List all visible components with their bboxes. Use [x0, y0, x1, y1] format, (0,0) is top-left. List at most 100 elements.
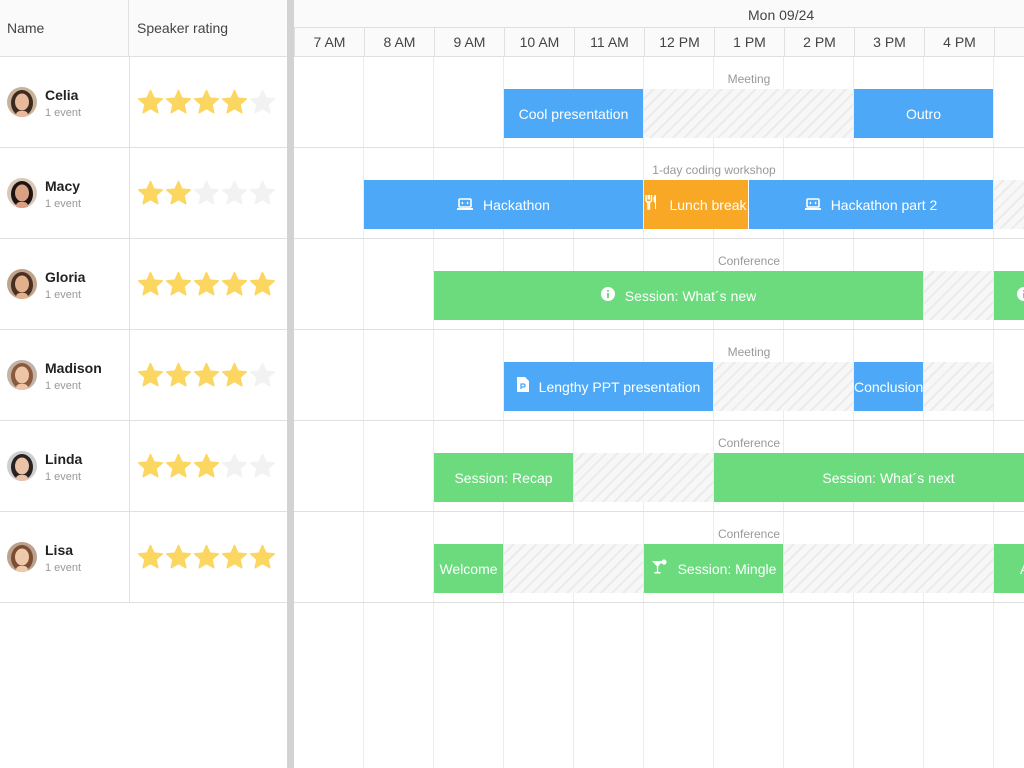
star-filled-icon[interactable] [165, 453, 192, 480]
event-bar[interactable]: Lengthy PPT presentation [504, 362, 713, 411]
star-filled-icon[interactable] [249, 271, 276, 298]
star-empty-icon[interactable] [249, 453, 276, 480]
star-filled-icon[interactable] [137, 362, 164, 389]
hour-header-cell: 2 PM [784, 28, 854, 56]
hour-header-cell: 12 PM [644, 28, 714, 56]
resource-event-count: 1 event [45, 198, 82, 210]
star-filled-icon[interactable] [137, 271, 164, 298]
resource-event-count: 1 event [45, 471, 82, 483]
schedule-row[interactable]: Meeting Cool presentation Outro [294, 57, 1024, 148]
schedule-row[interactable]: Meeting Lengthy PPT presentation Conclusio… [294, 330, 1024, 421]
star-filled-icon[interactable] [221, 89, 248, 116]
event-bar[interactable]: Session: Mingle [644, 544, 783, 593]
info-icon [1016, 272, 1024, 320]
star-filled-icon[interactable] [165, 89, 192, 116]
star-filled-icon[interactable] [165, 271, 192, 298]
event-bar[interactable]: Hackathon part 2 [749, 180, 993, 229]
resource-row[interactable]: Celia 1 event [0, 57, 287, 148]
schedule-timeline[interactable]: Mon 09/24 7 AM 8 AM 9 AM 10 AM 11 AM 12 PM 1 P… [294, 0, 1024, 768]
hour-header-cell: 5 [994, 28, 1024, 56]
schedule-row[interactable]: 1-day coding workshop Hackathon Lunch brea… [294, 148, 1024, 239]
hour-header-cell: 4 PM [924, 28, 994, 56]
event-bar[interactable]: Session: What´s next [714, 453, 1024, 502]
star-filled-icon[interactable] [137, 89, 164, 116]
event-name: Lengthy PPT presentation [538, 378, 701, 395]
schedule-row[interactable]: Conference Session: What´s new [294, 239, 1024, 330]
star-empty-icon[interactable] [249, 180, 276, 207]
event-name: Session: What´s new [624, 287, 757, 304]
resource-grid-header: Name Speaker rating [0, 0, 287, 57]
event-bar[interactable] [994, 271, 1024, 320]
event-bar[interactable]: Outro [854, 89, 993, 138]
resource-name: Gloria [45, 269, 86, 285]
column-header-speaker-rating[interactable]: Speaker rating [130, 0, 287, 56]
hour-header-cell: 1 PM [714, 28, 784, 56]
name-cell[interactable]: Linda 1 event [0, 421, 130, 511]
star-filled-icon[interactable] [193, 362, 220, 389]
star-filled-icon[interactable] [165, 180, 192, 207]
star-filled-icon[interactable] [249, 544, 276, 571]
resource-event-count: 1 event [45, 380, 82, 392]
hour-header-cell: 7 AM [294, 28, 364, 56]
name-cell[interactable]: Madison 1 event [0, 330, 130, 420]
event-gap [504, 544, 643, 593]
event-bar[interactable]: Session: Recap [434, 453, 573, 502]
star-empty-icon[interactable] [221, 180, 248, 207]
star-empty-icon[interactable] [249, 89, 276, 116]
star-filled-icon[interactable] [193, 89, 220, 116]
hour-header-cell: 8 AM [364, 28, 434, 56]
resource-name: Celia [45, 87, 79, 103]
resource-event-count: 1 event [45, 562, 82, 574]
schedule-row[interactable]: Conference Session: Recap Session: What´s … [294, 421, 1024, 512]
name-cell[interactable]: Celia 1 event [0, 57, 130, 147]
event-bar[interactable]: Cool presentation [504, 89, 643, 138]
event-bar[interactable]: Ad [994, 544, 1024, 593]
event-name: Lunch break [669, 196, 747, 213]
resource-name: Macy [45, 178, 81, 194]
event-group-label: Conference [717, 254, 781, 268]
resource-name: Madison [45, 360, 102, 376]
star-filled-icon[interactable] [137, 453, 164, 480]
event-bar[interactable]: Lunch break [644, 180, 748, 229]
resource-row[interactable]: Gloria 1 event [0, 239, 287, 330]
star-filled-icon[interactable] [221, 544, 248, 571]
resource-row[interactable]: Linda 1 event [0, 421, 287, 512]
name-cell[interactable]: Lisa 1 event [0, 512, 130, 602]
star-filled-icon[interactable] [193, 271, 220, 298]
column-header-name[interactable]: Name [0, 0, 129, 56]
avatar-macy [7, 178, 37, 208]
star-filled-icon[interactable] [165, 362, 192, 389]
laptop-icon [457, 181, 474, 229]
star-filled-icon[interactable] [137, 180, 164, 207]
star-filled-icon[interactable] [165, 544, 192, 571]
star-empty-icon[interactable] [193, 180, 220, 207]
schedule-row[interactable]: Conference Welcome Session: Mingle Ad [294, 512, 1024, 603]
grid-splitter[interactable] [287, 0, 294, 768]
event-name: Hackathon part 2 [830, 196, 938, 213]
resource-event-count: 1 event [45, 107, 82, 119]
star-filled-icon[interactable] [221, 362, 248, 389]
event-gap [924, 271, 993, 320]
star-filled-icon[interactable] [193, 544, 220, 571]
timeaxis-hour-header: 7 AM 8 AM 9 AM 10 AM 11 AM 12 PM 1 PM 2 PM 3 PM 4… [294, 28, 1024, 57]
event-name: Outro [905, 105, 941, 122]
star-filled-icon[interactable] [193, 453, 220, 480]
name-cell[interactable]: Gloria 1 event [0, 239, 130, 329]
name-cell[interactable]: Macy 1 event [0, 148, 130, 238]
hour-header-cell: 3 PM [854, 28, 924, 56]
star-empty-icon[interactable] [221, 453, 248, 480]
event-name: Ad [1020, 561, 1024, 577]
event-bar[interactable]: Welcome [434, 544, 503, 593]
resource-row[interactable]: Macy 1 event [0, 148, 287, 239]
star-empty-icon[interactable] [249, 362, 276, 389]
event-bar[interactable]: Hackathon [364, 180, 643, 229]
event-bar[interactable]: Session: What´s new [434, 271, 923, 320]
resource-row[interactable]: Madison 1 event [0, 330, 287, 421]
star-filled-icon[interactable] [137, 544, 164, 571]
event-bar[interactable]: Conclusion [854, 362, 923, 411]
event-gap [714, 362, 853, 411]
resource-row[interactable]: Lisa 1 event [0, 512, 287, 603]
star-filled-icon[interactable] [221, 271, 248, 298]
ppt-file-icon [516, 363, 529, 411]
utensils-icon [645, 181, 659, 229]
